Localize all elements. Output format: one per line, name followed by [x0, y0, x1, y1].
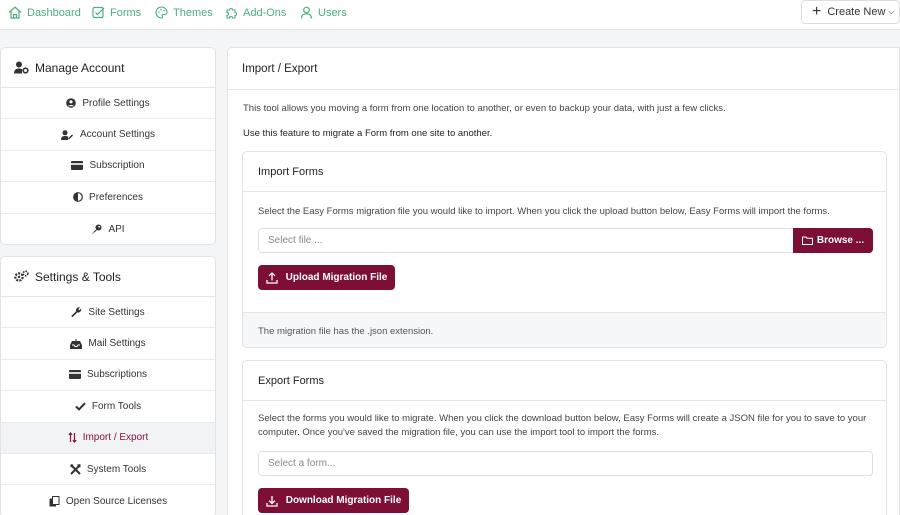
- manage-account-title: Manage Account: [35, 60, 125, 75]
- copy-icon: [49, 495, 60, 507]
- sidebar-item-profile-settings[interactable]: Profile Settings: [1, 88, 215, 120]
- form-select-placeholder: Select a form...: [268, 458, 336, 469]
- forms-icon: [92, 6, 105, 19]
- nav-dashboard-label: Dashboard: [27, 6, 81, 19]
- sidebar-item-label: Form Tools: [91, 400, 142, 412]
- sidebar-item-preferences[interactable]: Preferences: [1, 182, 215, 214]
- settings-tools-title: Settings & Tools: [35, 269, 121, 284]
- browse-label: Browse ...: [816, 235, 865, 246]
- import-description: Select the Easy Forms migration file you…: [258, 206, 830, 217]
- users-icon: [300, 6, 313, 19]
- sidebar-item-label: Mail Settings: [88, 338, 146, 350]
- upload-label: Upload Migration File: [285, 272, 388, 283]
- sidebar-item-mail-settings[interactable]: Mail Settings: [1, 328, 215, 360]
- key-icon: [92, 224, 102, 234]
- upload-icon: [266, 271, 278, 284]
- sidebar-item-api[interactable]: API: [1, 214, 215, 245]
- home-icon: [8, 6, 22, 19]
- nav-users-label: Users: [318, 6, 347, 19]
- palette-icon: [155, 6, 168, 19]
- folder-icon: [801, 236, 813, 245]
- wrench-icon: [71, 307, 82, 317]
- sort-arrows-icon: [68, 432, 77, 444]
- user-edit-icon: [60, 129, 73, 140]
- sidebar-item-label: System Tools: [86, 463, 147, 475]
- sidebar-item-label: Import / Export: [82, 432, 149, 444]
- plus-icon: +: [812, 3, 822, 20]
- download-icon: [266, 495, 278, 507]
- contrast-icon: [73, 192, 83, 203]
- manage-account-header: Manage Account: [1, 48, 215, 88]
- user-cog-icon: [14, 61, 29, 74]
- sidebar-item-subscriptions[interactable]: Subscriptions: [1, 360, 215, 392]
- chevron-down-icon: ⌵: [888, 7, 895, 16]
- page-title: Import / Export: [228, 48, 899, 90]
- sidebar-item-label: Open Source Licenses: [65, 495, 168, 507]
- file-input-placeholder: Select file ...: [268, 235, 323, 246]
- nav-dashboard[interactable]: Dashboard: [8, 0, 81, 25]
- nav-themes[interactable]: Themes: [155, 0, 213, 25]
- sidebar-item-label: Preferences: [89, 191, 143, 203]
- credit-card-icon: [71, 161, 84, 171]
- nav-forms-label: Forms: [110, 6, 142, 19]
- sidebar-item-account-settings[interactable]: Account Settings: [1, 119, 215, 151]
- import-footer-text: The migration file has the .json extensi…: [258, 325, 434, 337]
- sidebar-item-open-source-licenses[interactable]: Open Source Licenses: [1, 485, 215, 515]
- tools-icon: [70, 463, 81, 475]
- check-icon: [75, 402, 86, 411]
- nav-addons-label: Add-Ons: [243, 6, 287, 19]
- create-new-button[interactable]: + Create New ⌵: [801, 0, 900, 24]
- sidebar-item-site-settings[interactable]: Site Settings: [1, 297, 215, 329]
- export-description: Select the forms you would like to migra…: [258, 413, 867, 438]
- import-forms-card: Import Forms Select the Easy Forms migra…: [242, 151, 887, 348]
- form-select[interactable]: Select a form...: [258, 451, 873, 476]
- settings-tools-panel: Settings & Tools Site Settings Mail Sett…: [0, 256, 216, 515]
- sidebar-item-subscription[interactable]: Subscription: [1, 151, 215, 183]
- credit-card-icon: [68, 370, 81, 380]
- sidebar-item-label: Subscriptions: [86, 369, 148, 381]
- puzzle-icon: [226, 8, 237, 19]
- sidebar-item-label: Account Settings: [79, 129, 156, 141]
- inbox-icon: [70, 338, 83, 349]
- import-forms-title: Import Forms: [243, 152, 886, 192]
- export-forms-title: Export Forms: [243, 361, 886, 401]
- sidebar-item-form-tools[interactable]: Form Tools: [1, 391, 215, 423]
- upload-migration-file-button[interactable]: Upload Migration File: [258, 265, 395, 290]
- export-forms-card: Export Forms Select the forms you would …: [242, 360, 887, 515]
- sidebar-item-label: Site Settings: [88, 306, 145, 318]
- manage-account-panel: Manage Account Profile Settings Account …: [0, 47, 216, 245]
- top-navbar: Dashboard Forms Themes Add-Ons Users + C…: [0, 0, 900, 30]
- sidebar-item-import-export[interactable]: Import / Export: [1, 422, 215, 454]
- create-new-label: Create New: [827, 6, 886, 18]
- nav-forms[interactable]: Forms: [92, 0, 141, 25]
- nav-themes-label: Themes: [173, 6, 213, 19]
- nav-addons[interactable]: Add-Ons: [225, 0, 286, 25]
- file-input[interactable]: Select file ... Browse ...: [258, 228, 873, 253]
- user-circle-icon: [66, 98, 77, 108]
- intro-emphasis-text: Use this feature to migrate a Form from …: [243, 128, 493, 139]
- intro-text: This tool allows you moving a form from …: [243, 103, 726, 114]
- nav-users[interactable]: Users: [300, 0, 347, 25]
- sidebar-item-label: Subscription: [89, 160, 145, 172]
- download-migration-file-button[interactable]: Download Migration File: [258, 488, 409, 513]
- browse-button[interactable]: Browse ...: [793, 228, 873, 253]
- import-footer-note: The migration file has the .json extensi…: [243, 312, 886, 347]
- sidebar-item-label: Profile Settings: [82, 97, 150, 109]
- download-label: Download Migration File: [285, 495, 402, 506]
- import-export-panel: Import / Export This tool allows you mov…: [227, 47, 900, 515]
- settings-tools-header: Settings & Tools: [1, 257, 215, 297]
- cogs-icon: [14, 270, 29, 282]
- sidebar-item-label: API: [108, 223, 125, 235]
- sidebar-item-system-tools[interactable]: System Tools: [1, 454, 215, 486]
